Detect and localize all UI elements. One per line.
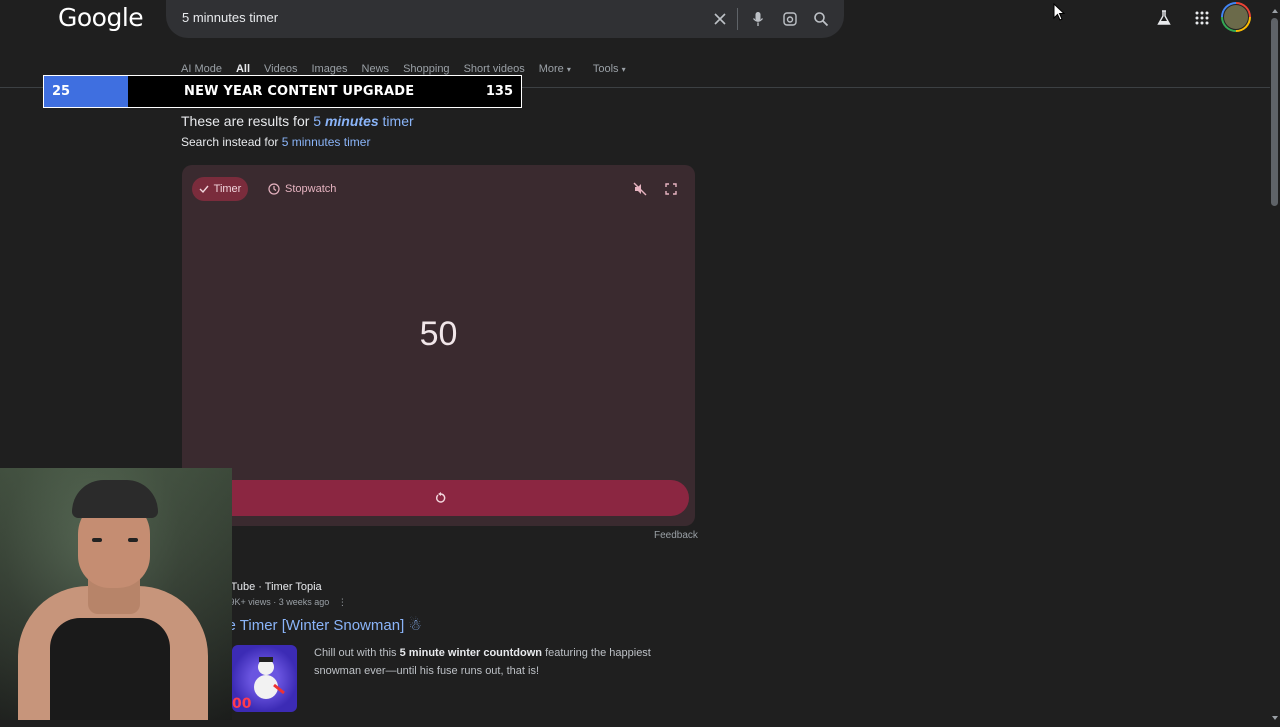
reset-button[interactable] [192, 480, 689, 516]
fullscreen-icon[interactable] [661, 179, 681, 199]
clear-icon[interactable] [710, 9, 730, 29]
snippet-pre: Chill out with this [314, 647, 397, 659]
webcam-shirt [50, 618, 170, 720]
caret-down-icon: ▾ [566, 65, 571, 74]
result-meta: 231.9K+ views · 3 weeks ago ⋮ [212, 597, 347, 608]
search-bar[interactable]: 5 minnutes timer [166, 0, 844, 38]
webcam-eyes [92, 538, 138, 542]
labs-flask-icon[interactable] [1153, 7, 1175, 29]
corrected-suffix: timer [382, 113, 414, 129]
banner-title: NEW YEAR CONTENT UPGRADE [184, 84, 415, 99]
snippet-bold: 5 minute winter countdown [399, 647, 542, 659]
search-divider [737, 8, 738, 30]
stopwatch-chip-label: Stopwatch [285, 183, 337, 195]
scrollbar-thumb[interactable] [1271, 18, 1278, 206]
timer-chip-label: Timer [213, 183, 242, 195]
corrected-emphasis: minutes [324, 113, 379, 129]
banner-current-count: 25 [44, 76, 128, 107]
stream-goal-banner: 25 NEW YEAR CONTENT UPGRADE 135 [43, 75, 522, 108]
results-for-prefix: These are results for [181, 113, 310, 129]
snowman-icon [254, 657, 285, 699]
spelling-correction: These are results for 5 minutes timer [181, 113, 414, 129]
timer-chip[interactable]: Timer [192, 177, 248, 201]
scroll-up-arrow-icon[interactable] [1271, 2, 1279, 13]
banner-goal-count: 135 [485, 84, 513, 99]
tab-tools-label: Tools [592, 63, 619, 75]
search-instead: Search instead for 5 minnutes timer [181, 135, 370, 149]
lens-icon[interactable] [780, 9, 800, 29]
search-icon[interactable] [811, 9, 831, 29]
timer-widget: Timer Stopwatch 50 [182, 165, 695, 526]
result-snippet: Chill out with this 5 minute winter coun… [314, 644, 674, 680]
mute-icon[interactable] [630, 179, 650, 199]
mouse-cursor-icon [1053, 2, 1066, 26]
corrected-query-link[interactable]: 5 minutes timer [313, 113, 413, 129]
thumbnail-text: 00 [232, 696, 252, 712]
tab-tools[interactable]: Tools ▾ [593, 63, 626, 81]
video-thumbnail[interactable]: 00 [232, 645, 297, 712]
search-instead-link[interactable]: 5 minnutes timer [282, 135, 371, 149]
caret-down-icon: ▾ [621, 65, 626, 74]
tab-more[interactable]: More ▾ [539, 63, 571, 81]
scroll-down-arrow-icon[interactable] [1271, 709, 1279, 720]
search-instead-prefix: Search instead for [181, 135, 279, 149]
webcam-cap [72, 480, 158, 518]
check-icon [199, 185, 209, 194]
microphone-icon[interactable] [748, 9, 768, 29]
corrected-prefix: 5 [313, 113, 322, 129]
more-options-icon[interactable]: ⋮ [338, 597, 347, 607]
tab-more-label: More [538, 63, 564, 75]
feedback-link[interactable]: Feedback [654, 530, 698, 541]
apps-grid-icon[interactable] [1191, 7, 1213, 29]
search-input[interactable]: 5 minnutes timer [182, 10, 278, 25]
stopwatch-chip[interactable]: Stopwatch [268, 177, 336, 201]
webcam-overlay [0, 468, 232, 720]
timer-display: 50 [419, 315, 458, 353]
account-avatar[interactable] [1221, 2, 1251, 32]
clock-icon [268, 183, 280, 195]
google-logo[interactable]: Google [58, 3, 144, 32]
result-title-link[interactable]: linute Timer [Winter Snowman] ☃ [200, 616, 422, 634]
reset-icon [435, 492, 445, 503]
avatar-image [1223, 4, 1249, 30]
